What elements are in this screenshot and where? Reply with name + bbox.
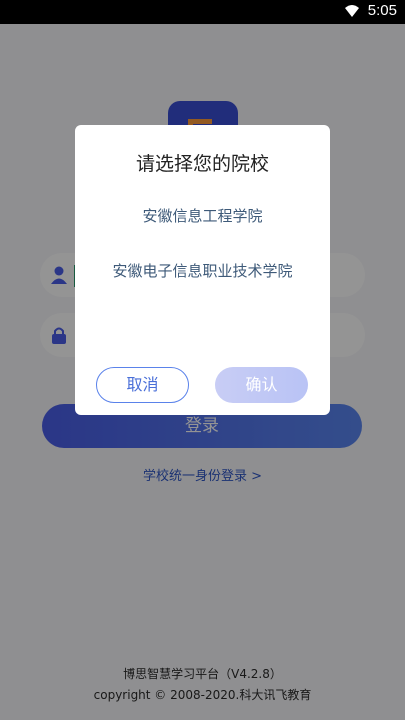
wifi-icon (345, 5, 359, 17)
school-option[interactable]: 安徽信息工程学院 (75, 205, 330, 226)
confirm-button[interactable]: 确认 (215, 367, 308, 403)
dialog-title: 请选择您的院校 (135, 153, 269, 175)
cancel-button[interactable]: 取消 (96, 367, 189, 403)
status-bar: 5:05 (0, 0, 405, 24)
status-time: 5:05 (367, 2, 397, 19)
school-option[interactable]: 安徽电子信息职业技术学院 (75, 260, 330, 281)
school-select-dialog: 请选择您的院校 安徽信息工程学院 安徽电子信息职业技术学院 取消 确认 (75, 125, 330, 415)
